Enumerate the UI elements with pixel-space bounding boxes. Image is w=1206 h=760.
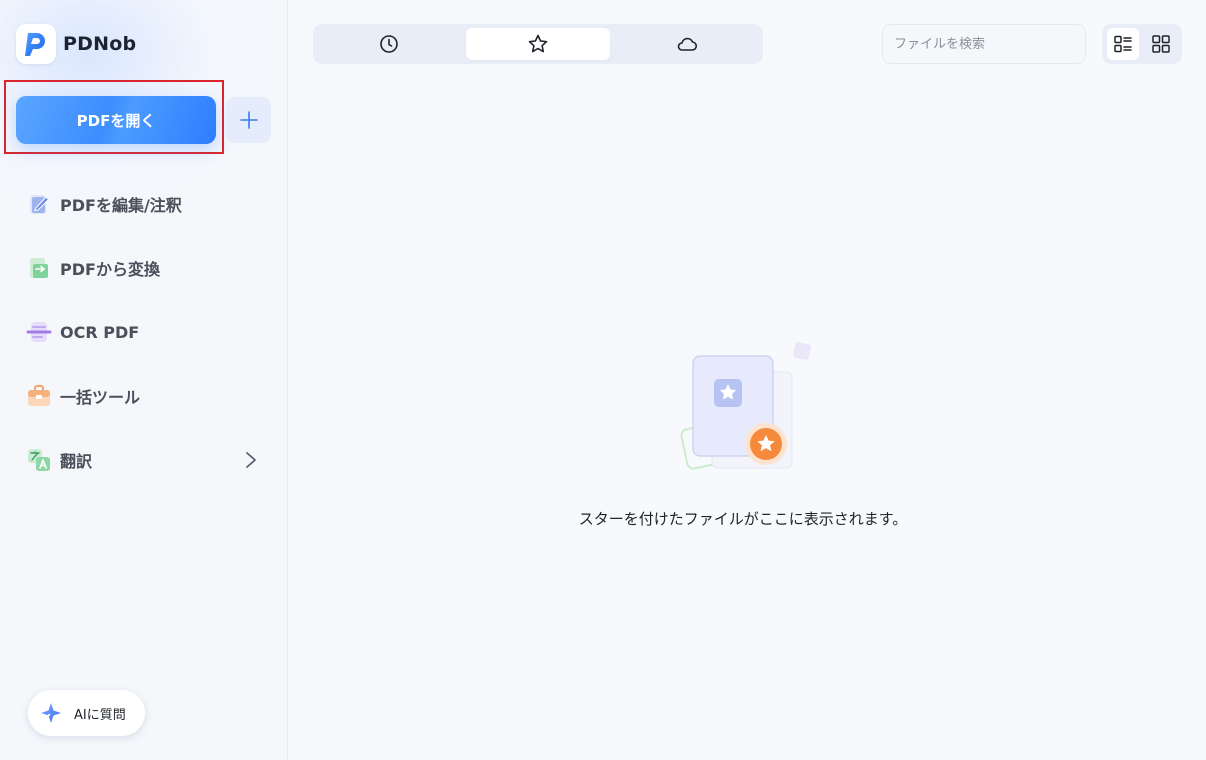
cloud-icon <box>677 37 698 51</box>
grid-view-button[interactable] <box>1145 28 1177 60</box>
view-toggle <box>1102 24 1182 64</box>
ask-ai-label: AIに質問 <box>74 707 126 723</box>
ask-ai-button[interactable]: AIに質問 <box>28 690 145 736</box>
open-pdf-button[interactable]: PDFを開く <box>16 96 216 144</box>
chevron-right-icon <box>246 452 256 468</box>
grid-view-icon <box>1152 35 1170 53</box>
sidebar-item-label: 一括ツール <box>60 388 141 407</box>
file-tabs <box>313 24 763 64</box>
tab-starred[interactable] <box>466 28 610 60</box>
ocr-icon <box>26 319 52 345</box>
list-view-icon <box>1114 35 1132 53</box>
empty-starred-illustration <box>672 336 822 476</box>
tab-cloud[interactable] <box>615 28 759 60</box>
clock-icon <box>380 35 398 53</box>
app-logo-icon <box>16 24 56 64</box>
list-view-button[interactable] <box>1107 28 1139 60</box>
tab-recent[interactable] <box>317 28 461 60</box>
search-input[interactable] <box>882 24 1086 64</box>
add-button[interactable] <box>226 97 271 143</box>
empty-state-message: スターを付けたファイルがここに表示されます。 <box>578 510 908 528</box>
sidebar-item-translate[interactable]: 翻訳 <box>0 428 288 492</box>
convert-document-icon <box>26 255 52 281</box>
sidebar-item-label: PDFを編集/注釈 <box>60 196 182 215</box>
brand: PDNob <box>16 24 136 64</box>
toolbox-icon <box>26 383 52 409</box>
sidebar-item-batch[interactable]: 一括ツール <box>0 364 288 428</box>
ai-sparkle-icon <box>41 703 61 723</box>
edit-document-icon <box>26 191 52 217</box>
sidebar-item-ocr[interactable]: OCR PDF <box>0 300 288 364</box>
sidebar: PDNob PDFを開く PDFを編集/注釈 PDFから変換 OCR PDF 一… <box>0 0 288 760</box>
star-icon <box>528 34 548 53</box>
sidebar-item-label: PDFから変換 <box>60 260 160 279</box>
sidebar-item-label: OCR PDF <box>60 322 140 342</box>
app-name: PDNob <box>63 33 137 55</box>
sidebar-item-convert[interactable]: PDFから変換 <box>0 236 288 300</box>
sidebar-item-edit[interactable]: PDFを編集/注釈 <box>0 172 288 236</box>
translate-icon <box>26 447 52 473</box>
sidebar-item-label: 翻訳 <box>60 452 93 471</box>
plus-icon <box>239 111 258 129</box>
